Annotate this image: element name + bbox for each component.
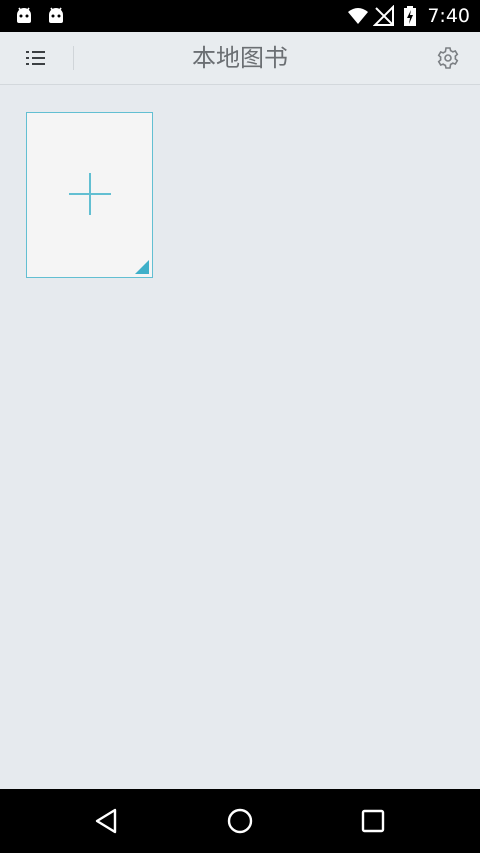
app-bar-divider [73,46,74,70]
home-button[interactable] [224,805,256,837]
status-clock: 7:40 [427,5,470,27]
wifi-icon [348,8,369,24]
home-circle-icon [227,808,253,834]
back-button[interactable] [90,805,122,837]
corner-triangle-icon [135,260,149,274]
recents-button[interactable] [357,805,389,837]
back-triangle-icon [95,808,117,834]
navigation-bar [0,789,480,853]
android-notification-icon [49,7,63,23]
plus-icon [69,173,111,215]
no-signal-icon [373,5,395,26]
menu-button[interactable] [16,42,56,74]
screen: 7:40 本地图书 [0,0,480,853]
add-book-tile[interactable] [26,112,153,278]
battery-charging-icon [404,6,417,26]
recents-square-icon [361,809,385,833]
settings-button[interactable] [432,42,464,74]
page-title: 本地图书 [192,44,288,72]
gear-icon [437,47,459,69]
list-menu-icon [26,51,45,65]
app-bar: 本地图书 [0,32,480,85]
status-bar: 7:40 [0,0,480,32]
status-icons: 7:40 [343,0,470,32]
android-notification-icon [17,7,31,23]
